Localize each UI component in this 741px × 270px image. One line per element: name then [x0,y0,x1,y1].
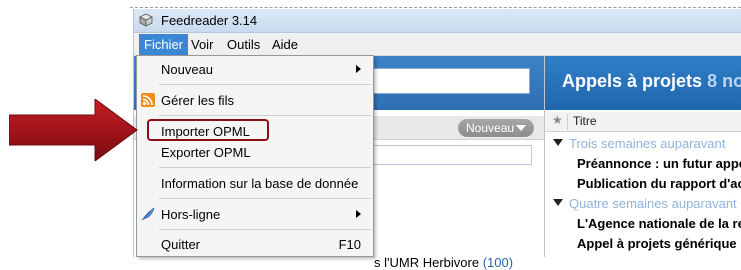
rss-icon [141,93,155,107]
article-title: Publication du rapport d'act [577,176,741,191]
filter-input[interactable] [370,145,532,165]
feed-list-item[interactable]: s l'UMR Herbivore (100) [374,255,513,270]
menu-fichier[interactable]: Fichier [139,34,189,55]
window-title: Feedreader 3.14 [161,13,258,28]
menu-item-nouveau[interactable]: Nouveau [137,58,373,82]
menu-separator [159,84,371,85]
feed-item-label: s l'UMR Herbivore [374,255,480,270]
group-label: Trois semaines auparavant [569,136,726,151]
nouveau-button-label: Nouveau [466,121,515,135]
file-menu-dropdown: Nouveau Gérer les fils Importer OPML Exp… [136,55,374,257]
articles-list: Trois semaines auparavant Préannonce : u… [545,134,741,254]
article-row[interactable]: Publication du rapport d'act [545,174,741,194]
column-title[interactable]: Titre [573,114,597,128]
article-title: Appel à projets générique [577,236,737,251]
articles-title: Appels à projets 8 no [562,71,741,92]
article-title: L'Agence nationale de la re [577,216,741,231]
articles-header: Appels à projets 8 no [545,56,741,110]
menu-separator [159,167,371,168]
article-row[interactable]: L'Agence nationale de la re [545,214,741,234]
articles-title-count: 8 no [707,71,741,91]
menu-item-exporter-opml[interactable]: Exporter OPML [137,141,373,165]
menu-item-information[interactable]: Information sur la base de donnée [137,172,373,196]
menu-separator [159,115,371,116]
article-row[interactable]: Préannonce : un futur appel [545,154,741,174]
menu-aide[interactable]: Aide [267,34,303,55]
group-label: Quatre semaines auparavant [569,196,737,211]
menu-item-hors-ligne[interactable]: Hors-ligne [137,203,373,227]
menu-item-label: Hors-ligne [161,207,221,222]
triangle-down-icon[interactable] [553,199,563,206]
triangle-down-icon[interactable] [553,139,563,146]
chevron-right-icon [356,65,361,73]
article-title: Préannonce : un futur appel [577,156,741,171]
group-row[interactable]: Quatre semaines auparavant [545,194,741,214]
menu-outils[interactable]: Outils [222,34,265,55]
menu-voir[interactable]: Voir [186,34,218,55]
articles-title-text: Appels à projets [562,71,703,91]
red-arrow-icon [9,99,138,161]
feed-item-count: (100) [482,255,514,270]
chevron-right-icon [356,210,361,218]
star-icon[interactable]: ★ [552,113,563,127]
annotation-highlight-box [147,119,269,141]
menu-item-label: Information sur la base de donnée [161,176,359,191]
chevron-down-icon [516,125,526,131]
menu-item-label: Gérer les fils [161,93,234,108]
articles-column-header: ★ Titre [545,112,741,132]
articles-panel: Appels à projets 8 no ★ Titre Trois sema… [544,56,741,257]
menu-separator [159,198,371,199]
dotted-guide-line [130,7,741,8]
menu-bar: Fichier Voir Outils Aide [134,34,741,56]
menu-item-label: Nouveau [161,62,214,77]
feather-icon [141,207,155,221]
shortcut-label: F10 [338,237,361,252]
title-bar: Feedreader 3.14 [134,9,741,33]
menu-item-gerer-fils[interactable]: Gérer les fils [137,89,373,113]
menu-item-quitter[interactable]: Quitter F10 [137,233,373,257]
menu-item-label: Quitter [161,237,201,252]
cube-icon [139,13,153,27]
search-input[interactable] [368,68,530,94]
group-row[interactable]: Trois semaines auparavant [545,134,741,154]
menu-separator [159,229,371,230]
column-divider [567,114,568,130]
article-row[interactable]: Appel à projets générique [545,234,741,254]
menu-item-label: Exporter OPML [161,145,251,160]
nouveau-button[interactable]: Nouveau [458,119,534,137]
